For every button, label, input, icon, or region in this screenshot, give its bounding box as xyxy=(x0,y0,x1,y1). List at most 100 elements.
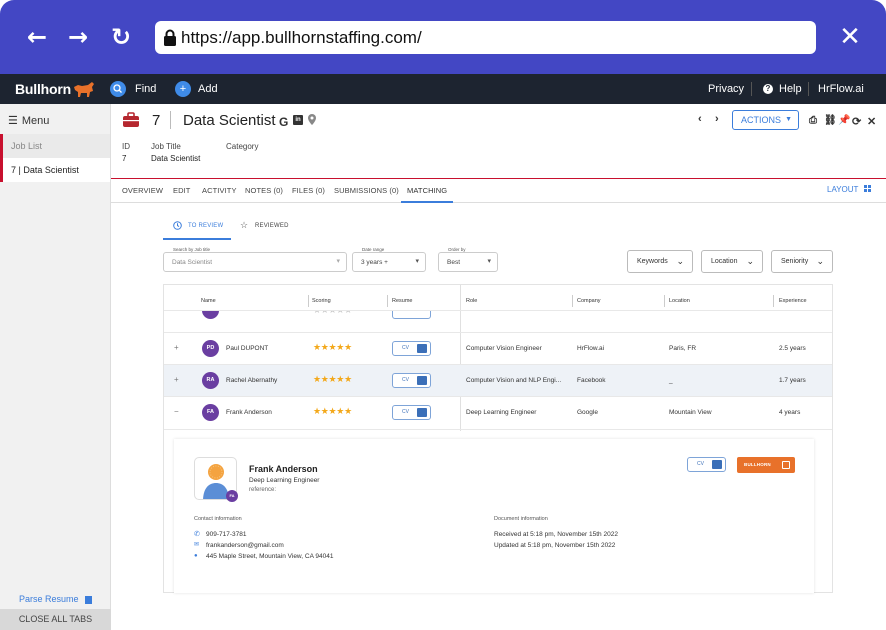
detail-cv-button[interactable]: CV xyxy=(687,457,726,472)
detail-name: Frank Anderson xyxy=(249,464,318,474)
back-icon[interactable]: ← xyxy=(22,22,52,52)
sidebar-item-data-scientist[interactable]: 7 | Data Scientist xyxy=(0,158,110,182)
print-icon[interactable]: ⎙ xyxy=(809,115,817,126)
collapse-toggle[interactable]: − xyxy=(174,407,179,416)
keywords-button[interactable]: Keywords ⌄ xyxy=(627,250,693,273)
briefcase-icon xyxy=(123,112,139,127)
active-tab-indicator xyxy=(401,201,453,203)
job-id-header: 7 xyxy=(152,112,161,129)
location-pin-icon: ● xyxy=(194,553,198,559)
table-row[interactable]: + PD Paul DUPONT ★★★★★ CV Computer Visio… xyxy=(164,332,832,364)
close-all-tabs-button[interactable]: CLOSE ALL TABS xyxy=(0,609,111,630)
expand-toggle[interactable]: + xyxy=(174,343,179,352)
reload-icon[interactable]: ↻ xyxy=(106,22,136,52)
help-link[interactable]: Help xyxy=(779,83,802,95)
tab-overview[interactable]: OVERVIEW xyxy=(122,186,163,195)
document-icon xyxy=(85,595,93,604)
tab-activity[interactable]: ACTIVITY xyxy=(202,186,237,195)
tab-reviewed[interactable]: REVIEWED xyxy=(255,223,289,229)
cv-button[interactable]: CV xyxy=(392,341,431,356)
refresh-icon[interactable]: ⟳ xyxy=(852,115,861,128)
cv-button[interactable]: CV xyxy=(392,405,431,420)
url-bar[interactable]: https://app.bullhornstaffing.com/ xyxy=(155,21,816,54)
candidate-name[interactable]: Rachel Abernathy xyxy=(226,377,277,384)
job-title-value: Data Scientist xyxy=(151,154,201,163)
account-name[interactable]: HrFlow.ai xyxy=(818,83,864,95)
table-row-expanded[interactable]: − FA Frank Anderson ★★★★★ CV Deep Learni… xyxy=(164,396,832,428)
cv-label: CV xyxy=(402,377,409,383)
tab-files[interactable]: FILES (0) xyxy=(292,186,325,195)
phone-number[interactable]: 909-717-3781 xyxy=(206,531,246,538)
date-range-select[interactable]: Date range 3 years + ▾ xyxy=(352,247,426,272)
document-info-label: Document information xyxy=(494,516,548,522)
date-range-value: 3 years + xyxy=(361,259,388,266)
order-by-label: Order by xyxy=(446,247,468,252)
phone-icon: ✆ xyxy=(194,531,200,538)
candidate-name[interactable]: Frank Anderson xyxy=(226,409,272,416)
link-icon[interactable]: ⛓ xyxy=(824,115,837,126)
order-by-select[interactable]: Order by Best ▾ xyxy=(438,247,498,272)
tab-to-review[interactable]: TO REVIEW xyxy=(188,223,223,229)
cv-button[interactable]: CV xyxy=(392,373,431,388)
parse-resume-link[interactable]: Parse Resume xyxy=(19,594,93,604)
company-cell: Facebook xyxy=(577,377,606,384)
linkedin-icon[interactable]: in xyxy=(293,115,303,125)
add-icon[interactable]: + xyxy=(175,81,191,97)
table-row[interactable]: + RA Rachel Abernathy ★★★★★ CV Computer … xyxy=(164,364,832,396)
document-icon xyxy=(712,460,722,469)
tab-matching[interactable]: MATCHING xyxy=(407,186,447,195)
tab-bar: OVERVIEW EDIT ACTIVITY NOTES (0) FILES (… xyxy=(111,179,886,203)
help-icon[interactable]: ? xyxy=(763,84,773,94)
actions-dropdown[interactable]: ACTIONS ▼ xyxy=(732,110,799,130)
experience-cell: 1.7 years xyxy=(779,377,806,384)
expand-toggle[interactable]: + xyxy=(174,375,179,384)
location-cell: Mountain View xyxy=(669,409,712,416)
add-button[interactable]: Add xyxy=(198,83,218,95)
bullhorn-logo[interactable]: Bullhorn xyxy=(15,81,71,97)
location-cell: Paris, FR xyxy=(669,345,697,352)
location-pin-icon[interactable] xyxy=(308,114,316,125)
rating-stars: ★★★★★ xyxy=(313,374,352,384)
privacy-link[interactable]: Privacy xyxy=(708,83,744,95)
sidebar-item-job-list[interactable]: Job List xyxy=(0,134,110,158)
seniority-button[interactable]: Seniority ⌄ xyxy=(771,250,833,273)
candidate-name[interactable]: Paul DUPONT xyxy=(226,345,268,352)
candidate-detail-card: FA Frank Anderson Deep Learning Engineer… xyxy=(174,439,814,593)
parse-resume-label: Parse Resume xyxy=(19,594,79,604)
email-address[interactable]: frankanderson@gmail.com xyxy=(206,542,284,549)
job-title-search[interactable]: Search by Job title Data Scientist ▾ xyxy=(163,247,347,272)
role-cell: Computer Vision Engineer xyxy=(466,345,542,352)
cv-button[interactable] xyxy=(392,311,431,319)
job-title-search-label: Search by Job title xyxy=(171,247,213,252)
location-button[interactable]: Location ⌄ xyxy=(701,250,763,273)
menu-toggle[interactable]: ☰ Menu xyxy=(8,114,49,127)
bullhorn-button[interactable]: BULLHORN xyxy=(737,457,795,473)
tab-submissions[interactable]: SUBMISSIONS (0) xyxy=(334,186,399,195)
forward-icon[interactable]: → xyxy=(63,22,93,52)
close-tab-icon[interactable]: ✕ xyxy=(867,115,876,128)
star-outline-icon: ☆ xyxy=(240,220,249,230)
divider xyxy=(808,82,809,96)
pin-icon[interactable]: 📌 xyxy=(838,115,850,126)
avatar xyxy=(202,311,219,319)
tab-edit[interactable]: EDIT xyxy=(173,186,190,195)
google-icon[interactable]: G xyxy=(279,115,288,129)
find-button[interactable]: Find xyxy=(135,83,156,95)
header-location: Location xyxy=(669,298,690,304)
layout-button[interactable]: LAYOUT xyxy=(827,185,871,194)
close-icon[interactable]: ✕ xyxy=(835,20,865,54)
chevron-down-icon: ▾ xyxy=(415,258,419,265)
table-row-partial: ★★★★★ xyxy=(164,310,832,320)
search-icon[interactable] xyxy=(110,81,126,97)
detail-reference: reference: xyxy=(249,487,277,493)
main-panel: 7 Data Scientist G in ‹ › ACTIONS ▼ ⎙ ⛓ 📌… xyxy=(111,104,886,630)
company-cell: HrFlow.ai xyxy=(577,345,605,352)
company-cell: Google xyxy=(577,409,598,416)
chevron-right-icon[interactable]: › xyxy=(715,113,719,125)
chevron-left-icon[interactable]: ‹ xyxy=(698,113,702,125)
header-experience: Experience xyxy=(779,298,807,304)
tab-notes[interactable]: NOTES (0) xyxy=(245,186,283,195)
experience-cell: 2.5 years xyxy=(779,345,806,352)
location-label: Location xyxy=(711,258,738,265)
external-link-icon xyxy=(782,461,790,469)
